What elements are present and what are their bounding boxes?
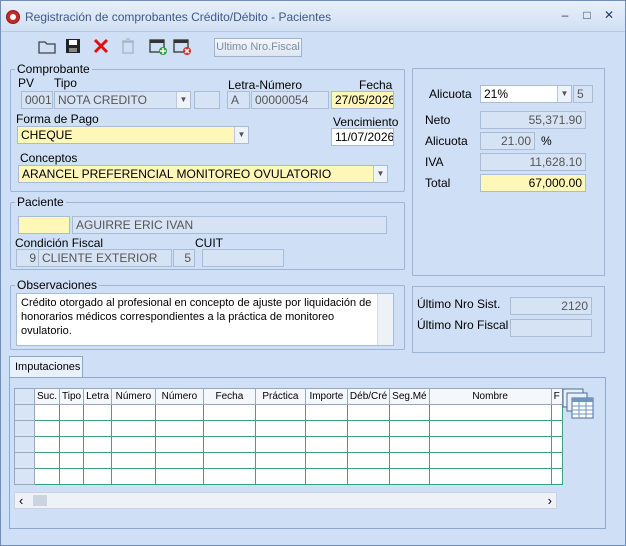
chevron-down-icon[interactable]: ▼ bbox=[234, 127, 248, 143]
neto-field[interactable]: 55,371.90 bbox=[480, 111, 586, 129]
fecha-field[interactable]: 27/05/2026 bbox=[331, 91, 394, 109]
col-header[interactable]: Nombre bbox=[428, 388, 552, 405]
condicion-fiscal-field[interactable]: CLIENTE EXTERIOR bbox=[38, 249, 172, 267]
chevron-down-icon[interactable]: ▼ bbox=[557, 86, 571, 102]
calendar-remove-icon[interactable] bbox=[172, 36, 192, 56]
table-row[interactable] bbox=[14, 468, 563, 485]
close-window-button[interactable]: ✕ bbox=[601, 8, 617, 22]
paciente-nombre-field[interactable]: AGUIRRE ERIC IVAN bbox=[72, 216, 387, 234]
neto-label: Neto bbox=[425, 113, 451, 127]
col-header[interactable]: Déb/Cré bbox=[346, 388, 391, 405]
grid-tables-icon[interactable] bbox=[561, 387, 595, 421]
save-icon[interactable] bbox=[63, 36, 83, 56]
iva-field[interactable]: 11,628.10 bbox=[480, 153, 586, 171]
window-title: Registración de comprobantes Crédito/Déb… bbox=[25, 10, 332, 24]
observaciones-textarea[interactable]: Crédito otorgado al profesional en conce… bbox=[16, 293, 394, 346]
tipo-select[interactable]: NOTA CREDITO ▼ bbox=[54, 91, 191, 109]
chevron-down-icon[interactable]: ▼ bbox=[373, 166, 387, 182]
vencimiento-field[interactable]: 11/07/2026 bbox=[331, 128, 394, 146]
alicuota2-field[interactable]: 21.00 bbox=[480, 132, 535, 150]
total-label: Total bbox=[425, 176, 451, 190]
cuit-label: CUIT bbox=[195, 236, 223, 250]
tipo-value: NOTA CREDITO bbox=[58, 93, 147, 107]
col-header[interactable]: Tipo bbox=[59, 388, 85, 405]
toolbar: Ultimo Nro.Fiscal bbox=[1, 32, 625, 60]
app-logo-icon bbox=[6, 10, 20, 24]
grid-horizontal-scrollbar[interactable]: ‹ › bbox=[14, 492, 557, 509]
delete-x-icon[interactable] bbox=[91, 36, 111, 56]
alicuota-code-field[interactable]: 5 bbox=[573, 85, 593, 103]
pv-label: PV bbox=[18, 76, 35, 90]
paciente-legend: Paciente bbox=[17, 195, 64, 209]
alicuota-select-value: 21% bbox=[484, 87, 509, 101]
tab-imputaciones[interactable]: Imputaciones bbox=[9, 356, 83, 378]
col-header[interactable]: Número bbox=[154, 388, 204, 405]
ultimo-sist-label: Último Nro Sist. bbox=[417, 297, 501, 311]
calendar-add-icon[interactable] bbox=[148, 36, 168, 56]
conceptos-value: ARANCEL PREFERENCIAL MONITOREO OVULATORI… bbox=[22, 167, 332, 181]
title-bar: Registración de comprobantes Crédito/Déb… bbox=[1, 1, 625, 32]
scroll-thumb[interactable] bbox=[33, 495, 47, 506]
cuit-field[interactable] bbox=[202, 249, 284, 267]
ultimo-fiscal-field[interactable] bbox=[510, 319, 592, 337]
vencimiento-label: Vencimiento bbox=[333, 115, 399, 129]
tipo-code-field[interactable] bbox=[194, 91, 220, 109]
comprobante-legend: Comprobante bbox=[17, 62, 90, 76]
forma-pago-label: Forma de Pago bbox=[16, 112, 99, 126]
forma-pago-select[interactable]: CHEQUE ▼ bbox=[17, 126, 249, 144]
maximize-button[interactable]: □ bbox=[579, 8, 595, 22]
condicion-code-field[interactable]: 9 bbox=[16, 249, 40, 267]
cuit-code-field[interactable]: 5 bbox=[173, 249, 195, 267]
tipo-label: Tipo bbox=[54, 76, 77, 90]
observaciones-legend: Observaciones bbox=[17, 278, 98, 292]
open-folder-icon[interactable] bbox=[37, 36, 57, 56]
pv-field[interactable]: 0001 bbox=[21, 91, 53, 109]
trash-icon[interactable] bbox=[118, 36, 138, 56]
imputaciones-grid[interactable]: Suc. Tipo Letra Número Número Fecha Prác… bbox=[14, 388, 563, 485]
table-row[interactable] bbox=[14, 404, 563, 421]
iva-label: IVA bbox=[425, 155, 444, 169]
fecha-label: Fecha bbox=[359, 78, 393, 92]
total-field[interactable]: 67,000.00 bbox=[480, 174, 586, 192]
col-header[interactable]: Seg.Mé bbox=[389, 388, 430, 405]
alicuota2-label: Alicuota bbox=[425, 134, 468, 148]
scroll-left-icon[interactable]: ‹ bbox=[19, 493, 23, 508]
conceptos-label: Conceptos bbox=[20, 151, 78, 165]
col-header[interactable]: Fecha bbox=[202, 388, 256, 405]
ultimo-nro-fiscal-button[interactable]: Ultimo Nro.Fiscal bbox=[214, 38, 302, 57]
forma-pago-value: CHEQUE bbox=[21, 128, 73, 142]
col-header[interactable]: Práctica bbox=[254, 388, 306, 405]
table-row[interactable] bbox=[14, 436, 563, 453]
observaciones-text: Crédito otorgado al profesional en conce… bbox=[21, 297, 372, 337]
row-header-corner bbox=[14, 388, 35, 405]
col-header[interactable]: Letra bbox=[83, 388, 112, 405]
percent-symbol: % bbox=[541, 134, 552, 148]
numero-field[interactable]: 00000054 bbox=[251, 91, 329, 109]
col-header[interactable]: Número bbox=[110, 388, 156, 405]
ultimo-fiscal-label: Último Nro Fiscal bbox=[417, 318, 509, 332]
minimize-button[interactable]: ‒ bbox=[557, 8, 573, 22]
table-row[interactable] bbox=[14, 420, 563, 437]
col-header[interactable]: Suc. bbox=[33, 388, 61, 405]
letra-numero-label: Letra-Número bbox=[228, 78, 303, 92]
ultimo-sist-field[interactable]: 2120 bbox=[510, 297, 592, 315]
chevron-down-icon[interactable]: ▼ bbox=[176, 92, 190, 108]
alicuota-select[interactable]: 21% ▼ bbox=[480, 85, 572, 103]
scroll-right-icon[interactable]: › bbox=[548, 493, 552, 508]
window: Registración de comprobantes Crédito/Déb… bbox=[0, 0, 626, 546]
table-row[interactable] bbox=[14, 452, 563, 469]
letra-field[interactable]: A bbox=[227, 91, 250, 109]
col-header[interactable]: Importe bbox=[304, 388, 348, 405]
paciente-codigo-field[interactable] bbox=[18, 216, 70, 234]
conceptos-select[interactable]: ARANCEL PREFERENCIAL MONITOREO OVULATORI… bbox=[18, 165, 388, 183]
observaciones-scrollbar[interactable] bbox=[377, 294, 393, 345]
alicuota-label: Alicuota bbox=[429, 87, 472, 101]
condicion-fiscal-label: Condición Fiscal bbox=[15, 236, 104, 250]
